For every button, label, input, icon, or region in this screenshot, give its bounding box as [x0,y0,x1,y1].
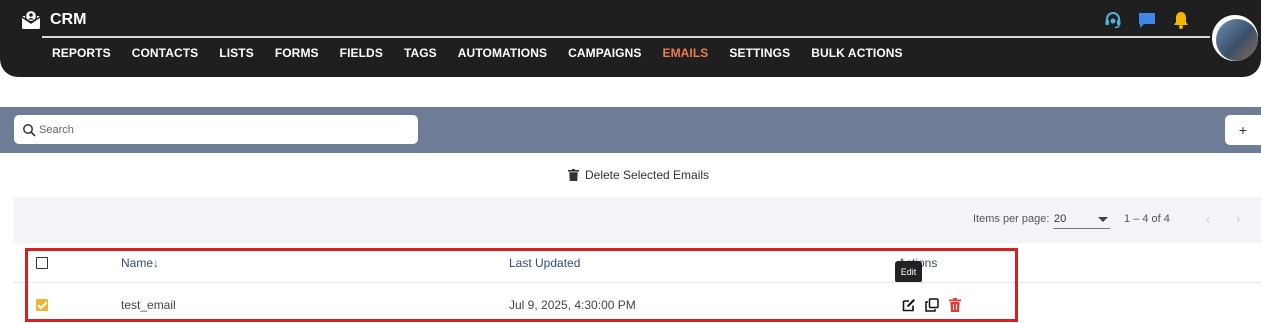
sort-desc-icon: ↓ [153,256,160,270]
menu-item-reports[interactable]: REPORTS [52,46,111,60]
search-icon [23,123,36,137]
paginator: Items per page: 20 1 – 4 of 4 ‹ › [14,197,1261,243]
app-name: CRM [50,11,87,28]
main-menu: REPORTS CONTACTS LISTS FORMS FIELDS TAGS… [52,46,924,60]
column-header-last-updated[interactable]: Last Updated [509,256,580,270]
menu-item-settings[interactable]: SETTINGS [729,46,790,60]
delete-icon[interactable] [948,298,962,312]
delete-selected-button[interactable]: Delete Selected Emails [568,168,709,182]
menu-item-campaigns[interactable]: CAMPAIGNS [568,46,641,60]
add-email-button[interactable]: + [1225,115,1261,145]
envelope-logo-icon [21,9,41,29]
search-input[interactable] [39,123,399,136]
edit-tooltip: Edit [895,261,922,283]
items-per-page-label: Items per page: [973,213,1050,225]
menu-item-contacts[interactable]: CONTACTS [132,46,199,60]
avatar-photo [1216,19,1258,61]
nav-divider [42,36,1212,38]
row-checkbox[interactable] [36,299,48,311]
row-last-updated: Jul 9, 2025, 4:30:00 PM [509,298,636,312]
menu-item-emails[interactable]: EMAILS [662,46,708,60]
delete-selected-label: Delete Selected Emails [585,168,710,182]
menu-item-forms[interactable]: FORMS [275,46,319,60]
brand[interactable]: CRM [20,9,86,31]
header-name-label: Name [121,256,154,270]
emails-table [14,243,1261,323]
menu-item-bulk-actions[interactable]: BULK ACTIONS [811,46,902,60]
bell-icon[interactable] [1171,10,1191,30]
menu-item-lists[interactable]: LISTS [219,46,254,60]
menu-item-automations[interactable]: AUTOMATIONS [458,46,547,60]
next-page-icon[interactable]: › [1236,211,1240,226]
top-icons [1103,10,1191,30]
chat-icon[interactable] [1137,10,1157,30]
menu-item-tags[interactable]: TAGS [404,46,437,60]
caret-down-icon [1098,217,1108,222]
search-box[interactable] [14,115,418,144]
copy-icon[interactable] [925,298,939,312]
menu-item-fields[interactable]: FIELDS [340,46,383,60]
column-header-name[interactable]: Name↓ [121,256,159,270]
items-per-page-select[interactable]: 20 [1053,211,1110,229]
select-all-checkbox[interactable] [36,257,48,269]
row-name[interactable]: test_email [121,298,176,312]
edit-icon[interactable] [902,298,916,312]
headset-icon[interactable] [1103,10,1123,30]
search-toolbar: + [0,107,1261,153]
user-avatar[interactable] [1210,13,1260,63]
page-range: 1 – 4 of 4 [1124,213,1170,225]
row-divider [14,282,1261,283]
trash-icon [568,169,579,181]
prev-page-icon[interactable]: ‹ [1206,211,1210,226]
items-per-page-value: 20 [1054,213,1067,225]
top-nav-bar: CRM REPORTS CONTACTS LISTS FORMS FIELDS … [0,0,1261,77]
